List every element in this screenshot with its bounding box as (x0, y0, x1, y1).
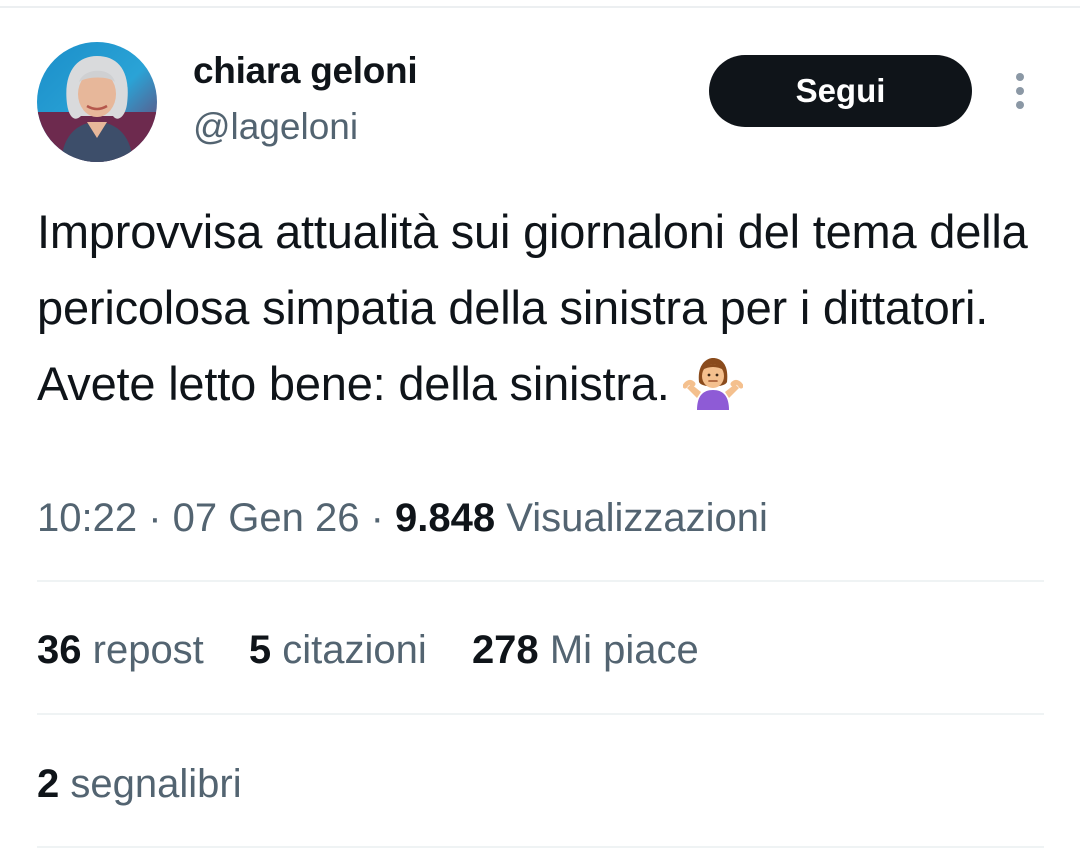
views-count: 9.848 (395, 496, 496, 540)
more-options-icon[interactable] (1008, 70, 1032, 112)
avatar-photo (37, 42, 157, 162)
tweet-detail: chiara geloni @lageloni Segui Improvvisa… (0, 0, 1080, 852)
bookmarks-label: segnalibri (70, 762, 242, 806)
follow-button[interactable]: Segui (709, 55, 972, 127)
divider (37, 846, 1044, 848)
tweet-date[interactable]: 07 Gen 26 (173, 496, 360, 540)
author-handle[interactable]: @lageloni (193, 106, 358, 148)
tweet-time[interactable]: 10:22 (37, 496, 137, 540)
likes-count: 278 (471, 628, 539, 672)
reposts-stat[interactable]: 36 repost (37, 628, 204, 672)
tweet-body: Improvvisa attualità sui giornaloni del … (37, 205, 1028, 410)
quotes-label: citazioni (282, 628, 427, 672)
reposts-label: repost (92, 628, 204, 672)
engagement-stats: 36 repost 5 citazioni 278 Mi piace (37, 628, 733, 673)
likes-stat[interactable]: 278 Mi piace (472, 628, 699, 672)
bookmarks-stat[interactable]: 2 segnalibri (37, 762, 242, 807)
divider (37, 713, 1044, 715)
quotes-stat[interactable]: 5 citazioni (249, 628, 427, 672)
meta-separator: · (359, 496, 396, 540)
avatar[interactable] (37, 42, 157, 162)
views-label: Visualizzazioni (506, 496, 768, 540)
likes-label: Mi piace (549, 628, 699, 672)
person-shrugging-icon (682, 356, 744, 410)
divider (37, 580, 1044, 582)
quotes-count: 5 (248, 628, 272, 672)
author-display-name[interactable]: chiara geloni (193, 50, 418, 92)
meta-separator: · (137, 496, 173, 540)
bookmarks-count: 2 (37, 762, 60, 806)
tweet-text: Improvvisa attualità sui giornaloni del … (37, 194, 1047, 422)
tweet-meta: 10:22 · 07 Gen 26 · 9.848 Visualizzazion… (37, 496, 768, 541)
top-divider (0, 6, 1080, 8)
reposts-count: 36 (37, 628, 82, 672)
